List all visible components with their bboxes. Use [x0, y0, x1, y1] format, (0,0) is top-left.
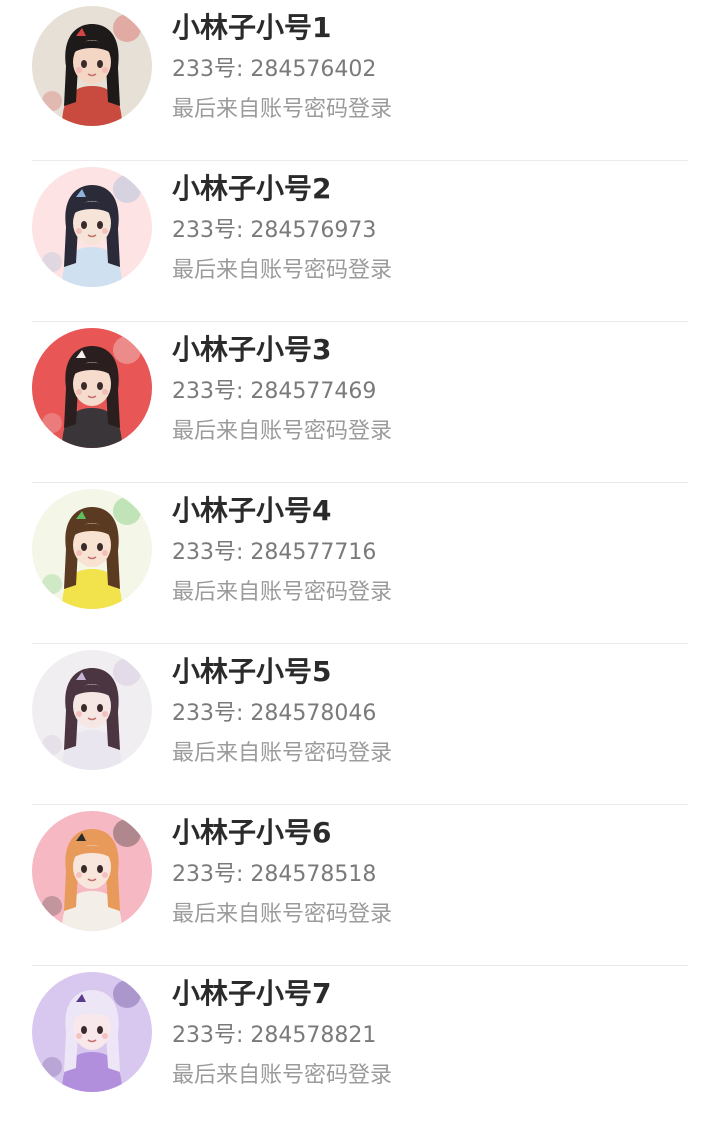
account-name: 小林子小号5: [172, 655, 332, 688]
account-id: 233号: 284578046: [172, 701, 377, 726]
account-row-5[interactable]: 小林子小号5 233号: 284578046 最后来自账号密码登录: [0, 644, 720, 805]
last-login-method: 最后来自账号密码登录: [172, 97, 393, 122]
avatar: [32, 650, 152, 770]
account-list: 小林子小号1 233号: 284576402 最后来自账号密码登录 小林子小号2…: [0, 0, 720, 1100]
account-name: 小林子小号4: [172, 494, 332, 527]
account-id: 233号: 284577469: [172, 379, 377, 404]
account-id: 233号: 284577716: [172, 540, 377, 565]
account-id: 233号: 284578821: [172, 1023, 377, 1048]
account-name: 小林子小号1: [172, 11, 332, 44]
account-row-7[interactable]: 小林子小号7 233号: 284578821 最后来自账号密码登录: [0, 966, 720, 1127]
avatar: [32, 811, 152, 931]
account-row-1[interactable]: 小林子小号1 233号: 284576402 最后来自账号密码登录: [0, 0, 720, 161]
account-row-4[interactable]: 小林子小号4 233号: 284577716 最后来自账号密码登录: [0, 483, 720, 644]
avatar: [32, 972, 152, 1092]
avatar: [32, 328, 152, 448]
account-name: 小林子小号6: [172, 816, 332, 849]
account-name: 小林子小号3: [172, 333, 332, 366]
last-login-method: 最后来自账号密码登录: [172, 258, 393, 283]
avatar: [32, 489, 152, 609]
last-login-method: 最后来自账号密码登录: [172, 580, 393, 605]
account-row-6[interactable]: 小林子小号6 233号: 284578518 最后来自账号密码登录: [0, 805, 720, 966]
avatar: [32, 167, 152, 287]
last-login-method: 最后来自账号密码登录: [172, 1063, 393, 1088]
account-id: 233号: 284576402: [172, 57, 377, 82]
account-row-3[interactable]: 小林子小号3 233号: 284577469 最后来自账号密码登录: [0, 322, 720, 483]
account-name: 小林子小号7: [172, 977, 332, 1010]
account-row-2[interactable]: 小林子小号2 233号: 284576973 最后来自账号密码登录: [0, 161, 720, 322]
last-login-method: 最后来自账号密码登录: [172, 419, 393, 444]
last-login-method: 最后来自账号密码登录: [172, 741, 393, 766]
avatar: [32, 6, 152, 126]
account-id: 233号: 284578518: [172, 862, 377, 887]
last-login-method: 最后来自账号密码登录: [172, 902, 393, 927]
account-name: 小林子小号2: [172, 172, 332, 205]
account-id: 233号: 284576973: [172, 218, 377, 243]
